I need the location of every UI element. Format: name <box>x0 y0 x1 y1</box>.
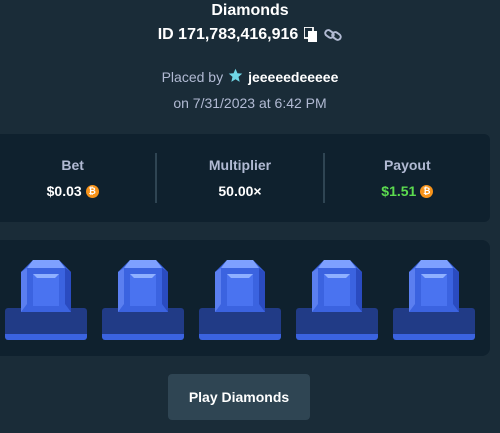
diamond-icon <box>312 260 362 312</box>
bet-value-row: $0.03 ₿ <box>0 183 155 199</box>
multiplier-value-row: 50.00× <box>157 183 322 199</box>
diamond-icon <box>409 260 459 312</box>
copy-icon[interactable] <box>304 27 318 43</box>
gem-pedestal-edge <box>296 334 378 340</box>
placed-by-row: Placed by jeeeeedeeeee <box>0 68 500 86</box>
bet-value: $0.03 <box>46 183 82 199</box>
gem-tile <box>296 256 378 340</box>
multiplier-label: Multiplier <box>208 157 272 173</box>
gem-pedestal-edge <box>199 334 281 340</box>
star-badge-icon <box>228 68 243 86</box>
bet-id-row: ID 171,783,416,916 <box>0 26 500 44</box>
placed-date: on 7/31/2023 at 6:42 PM <box>173 95 327 111</box>
gem-pedestal-edge <box>102 334 184 340</box>
payout-value-row: $1.51 ₿ <box>325 183 490 199</box>
username-link[interactable]: jeeeeedeeeee <box>248 69 338 85</box>
gem-pedestal-edge <box>5 334 87 340</box>
payout-value: $1.51 <box>381 183 417 199</box>
diamond-icon <box>215 260 265 312</box>
diamond-icon <box>118 260 168 312</box>
bet-label: Bet <box>61 157 84 173</box>
link-icon[interactable] <box>324 27 343 43</box>
diamond-icon <box>21 260 71 312</box>
gem-tile <box>5 256 87 340</box>
bet-id: ID 171,783,416,916 <box>157 26 299 43</box>
bet-stats-panel: Bet $0.03 ₿ Multiplier 50.00× Payout $1.… <box>0 134 490 222</box>
payout-label: Payout <box>383 157 431 173</box>
game-title: Diamonds <box>211 2 289 19</box>
gem-tile <box>102 256 184 340</box>
payout-stat: Payout $1.51 ₿ <box>325 157 490 199</box>
bitcoin-icon: ₿ <box>420 184 434 198</box>
gem-tile <box>199 256 281 340</box>
diamonds-board <box>0 240 490 356</box>
bet-stat: Bet $0.03 ₿ <box>0 157 155 199</box>
placed-by-label: Placed by <box>161 69 224 85</box>
play-diamonds-button[interactable]: Play Diamonds <box>168 374 310 420</box>
gem-tile <box>393 256 475 340</box>
multiplier-value: 50.00× <box>218 183 262 199</box>
multiplier-stat: Multiplier 50.00× <box>157 157 322 199</box>
gem-pedestal-edge <box>393 334 475 340</box>
bitcoin-icon: ₿ <box>85 184 99 198</box>
